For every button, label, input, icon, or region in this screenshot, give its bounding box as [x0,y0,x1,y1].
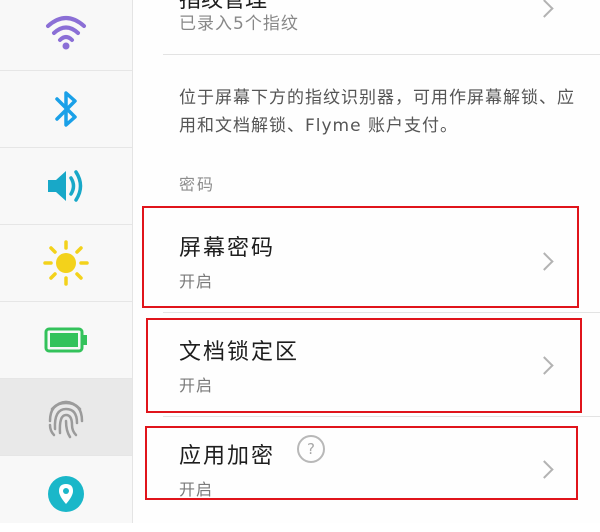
fingerprint-description: 位于屏幕下方的指纹识别器，可用作屏幕解锁、应用和文档解锁、Flyme 账户支付。 [179,88,575,136]
section-label-password: 密码 [179,175,216,194]
divider [163,54,600,55]
sidebar-item-location[interactable] [0,456,132,532]
sidebar-item-brightness[interactable] [0,225,132,302]
fingerprint-icon [48,400,84,439]
bluetooth-icon [55,91,77,127]
wifi-icon [46,16,86,50]
chevron-right-icon [535,0,554,18]
sidebar-item-fingerprint[interactable] [0,379,132,456]
fingerprint-manage-subtitle: 已录入5个指纹 [179,14,299,34]
sidebar-item-bluetooth[interactable] [0,71,132,148]
highlight-box [142,206,579,308]
sidebar-item-wifi[interactable] [0,0,132,71]
sidebar-item-volume[interactable] [0,148,132,225]
sidebar-item-battery[interactable] [0,302,132,379]
location-icon [48,476,84,512]
fingerprint-manage-row[interactable]: 指纹管理 已录入5个指纹 [133,0,600,44]
battery-icon [44,327,87,353]
security-settings-panel: 指纹管理 已录入5个指纹 位于屏幕下方的指纹识别器，可用作屏幕解锁、应用和文档解… [133,0,600,523]
quick-settings-sidebar [0,0,133,523]
volume-icon [48,170,83,202]
brightness-icon [43,240,89,286]
highlight-box [146,318,582,413]
highlight-box [145,426,578,500]
